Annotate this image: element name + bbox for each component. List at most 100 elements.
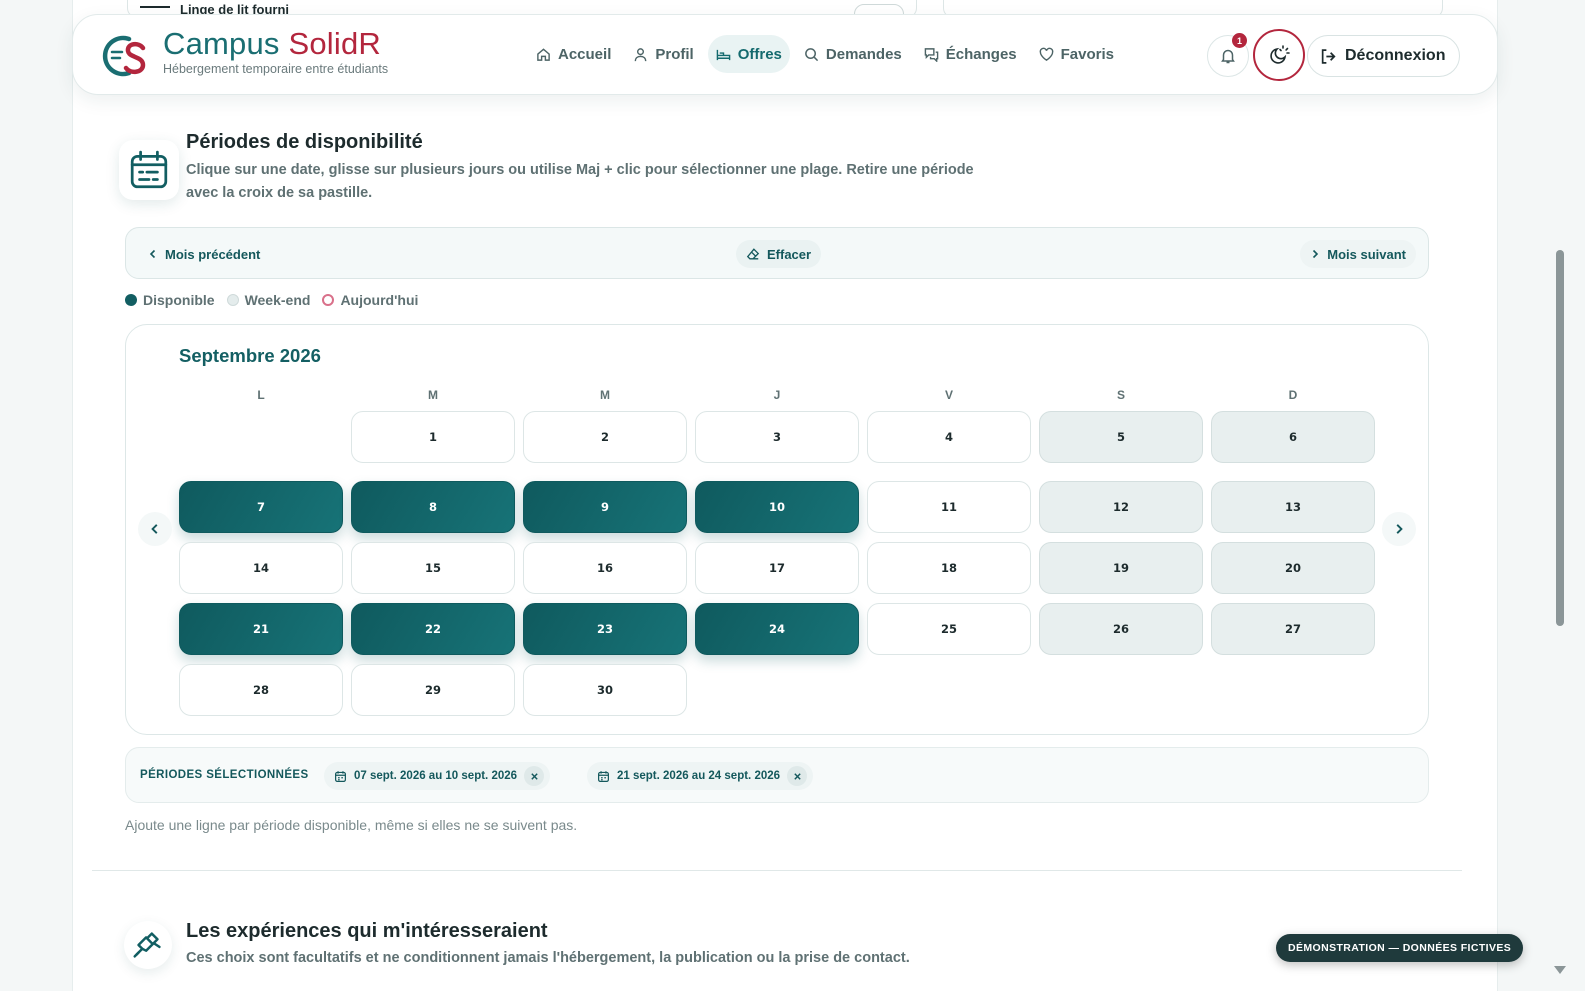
periods-label: PÉRIODES SÉLECTIONNÉES	[140, 769, 309, 781]
calendar-day[interactable]: 4	[867, 411, 1031, 463]
chevron-left-icon	[149, 249, 156, 259]
calendar-next-button[interactable]	[1382, 512, 1416, 546]
close-icon	[530, 772, 538, 780]
brand-subtitle: Hébergement temporaire entre étudiants	[163, 62, 389, 76]
section-icon-badge	[124, 921, 172, 969]
periods-hint: Ajoute une ligne par période disponible,…	[125, 817, 578, 833]
nav-item-favoris[interactable]: Favoris	[1031, 35, 1122, 73]
nav-item-accueil[interactable]: Accueil	[528, 35, 619, 73]
calendar-day[interactable]: 22	[351, 603, 515, 655]
logo-icon	[102, 35, 146, 77]
calendar-day[interactable]: 28	[179, 664, 343, 716]
calendar-day[interactable]: 27	[1211, 603, 1375, 655]
legend-today: Aujourd'hui	[322, 292, 418, 308]
calendar-day[interactable]: 7	[179, 481, 343, 533]
calendar-day[interactable]: 12	[1039, 481, 1203, 533]
bed-icon	[716, 49, 730, 60]
calendar-day[interactable]: 6	[1211, 411, 1375, 463]
theme-icon	[1270, 45, 1290, 64]
calendar-day[interactable]: 5	[1039, 411, 1203, 463]
calendar-icon	[335, 770, 346, 782]
section-divider	[92, 870, 1462, 871]
calendar-day[interactable]: 15	[351, 542, 515, 594]
bell-icon	[1221, 49, 1235, 64]
search-icon	[805, 47, 819, 61]
close-icon	[793, 772, 801, 780]
weekday-label: S	[1116, 388, 1125, 402]
eraser-icon	[746, 248, 760, 260]
heart-icon	[1039, 47, 1053, 61]
calendar-prev-button[interactable]	[138, 512, 172, 546]
section-description: Clique sur une date, glisse sur plusieur…	[186, 162, 974, 201]
calendar-day[interactable]: 1	[351, 411, 515, 463]
calendar-day[interactable]: 3	[695, 411, 859, 463]
weekday-label: M	[600, 388, 610, 402]
clear-button[interactable]: Effacer	[736, 240, 822, 268]
nav-item-demandes[interactable]: Demandes	[796, 35, 910, 73]
scrollbar-thumb[interactable]	[1556, 250, 1564, 626]
calendar-day[interactable]: 19	[1039, 542, 1203, 594]
brand-title: Campus SolidR	[163, 26, 381, 61]
brand[interactable]: Campus SolidR Hébergement temporaire ent…	[163, 26, 389, 77]
calendar-day[interactable]: 11	[867, 481, 1031, 533]
user-icon	[635, 47, 647, 61]
logout-button[interactable]: Déconnexion	[1307, 35, 1461, 77]
calendar-day[interactable]: 9	[523, 481, 687, 533]
bed-icon	[140, 6, 170, 12]
calendar-day[interactable]: 14	[179, 542, 343, 594]
home-icon	[537, 47, 550, 61]
legend-available: Disponible	[125, 292, 215, 308]
weekday-label: M	[428, 388, 438, 402]
chevron-left-icon	[151, 524, 158, 534]
calendar-day[interactable]: 13	[1211, 481, 1375, 533]
calendar-legend: Disponible Week-end Aujourd'hui	[125, 292, 418, 308]
experiences-description: Ces choix sont facultatifs et ne conditi…	[186, 950, 910, 966]
previous-month-button[interactable]: Mois précédent	[138, 240, 270, 268]
scroll-down-arrow[interactable]	[1554, 966, 1566, 974]
remove-period-button[interactable]	[524, 766, 545, 786]
legend-weekend: Week-end	[226, 292, 310, 308]
selected-periods-bar: PÉRIODES SÉLECTIONNÉES 07 sept. 2026 au …	[125, 747, 1429, 803]
weekday-label: L	[257, 388, 265, 402]
calendar-day[interactable]: 30	[523, 664, 687, 716]
calendar-day[interactable]: 21	[179, 603, 343, 655]
section-icon-badge	[119, 140, 179, 200]
weekday-label: J	[773, 388, 781, 402]
calendar-day[interactable]: 18	[867, 542, 1031, 594]
chat-icon	[924, 47, 939, 62]
weekday-label: D	[1288, 388, 1298, 402]
period-chip: 07 sept. 2026 au 10 sept. 2026	[324, 762, 551, 790]
calendar-day[interactable]: 26	[1039, 603, 1203, 655]
theme-toggle-button[interactable]	[1253, 29, 1305, 81]
demo-badge: DÉMONSTRATION — DONNÉES FICTIVES	[1276, 934, 1524, 962]
calendar-day[interactable]: 29	[351, 664, 515, 716]
top-header: Campus SolidR Hébergement temporaire ent…	[72, 14, 1498, 95]
calendar-day[interactable]: 24	[695, 603, 859, 655]
nav-item-echanges[interactable]: Échanges	[916, 35, 1025, 73]
main-nav: Accueil Profil Offres Demandes Échanges …	[528, 35, 1122, 73]
calendar-toolbar: Mois précédent Effacer Mois suivant	[125, 227, 1429, 279]
calendar-day[interactable]: 8	[351, 481, 515, 533]
section-title: Périodes de disponibilité	[186, 131, 423, 153]
chevron-right-icon	[1313, 249, 1319, 259]
calendar-day[interactable]: 16	[523, 542, 687, 594]
scrollbar-track[interactable]	[1569, 0, 1585, 991]
nav-item-profil[interactable]: Profil	[625, 35, 701, 73]
calendar-day[interactable]: 23	[523, 603, 687, 655]
notifications-button[interactable]: 1	[1207, 33, 1249, 77]
month-title: Septembre 2026	[179, 345, 321, 366]
calendar-day[interactable]: 2	[523, 411, 687, 463]
nav-item-offres[interactable]: Offres	[707, 35, 790, 73]
calendar-day[interactable]: 20	[1211, 542, 1375, 594]
remove-period-button[interactable]	[787, 766, 808, 786]
next-month-button[interactable]: Mois suivant	[1300, 240, 1416, 268]
notification-badge: 1	[1232, 33, 1247, 48]
experiences-title: Les expériences qui m'intéresseraient	[186, 920, 548, 942]
calendar-day[interactable]: 10	[695, 481, 859, 533]
calendar-day[interactable]: 25	[867, 603, 1031, 655]
logout-icon	[1321, 48, 1336, 64]
calendar-day[interactable]: 17	[695, 542, 859, 594]
chevron-right-icon	[1396, 524, 1403, 534]
calendar-icon	[598, 770, 609, 782]
period-chip: 21 sept. 2026 au 24 sept. 2026	[587, 762, 814, 790]
